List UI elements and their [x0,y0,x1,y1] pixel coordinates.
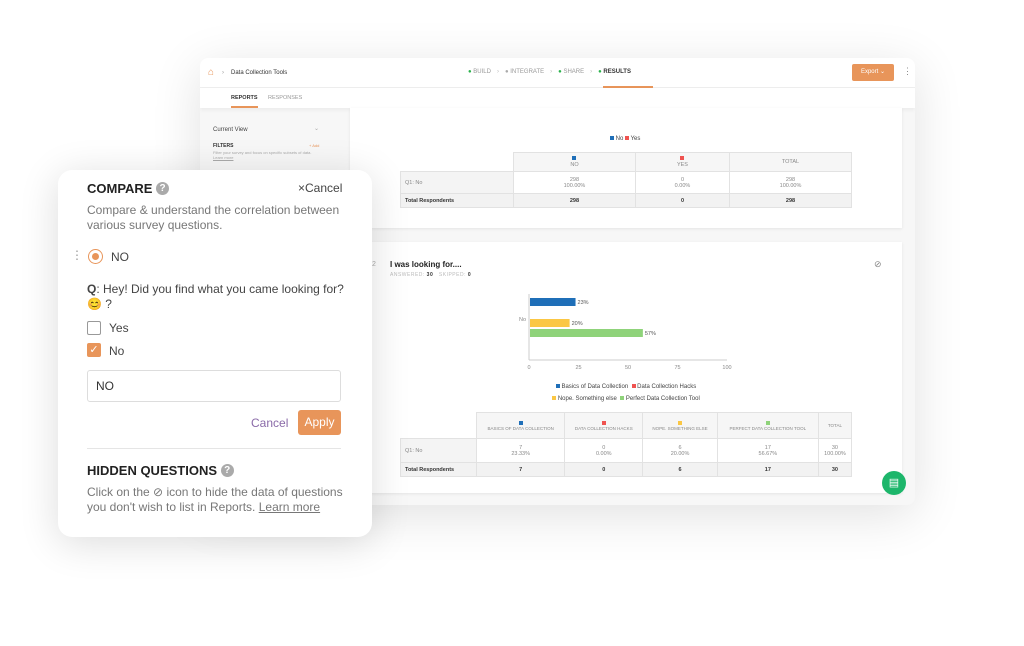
filters-heading: FILTERS [213,143,234,149]
checkbox-yes[interactable] [87,321,101,335]
x-tick-label: 0 [527,365,530,371]
more-icon[interactable]: ⋮ [903,66,912,77]
crosstab-table-1: NO YES TOTAL Q1: No 298 100.00% 0 0.00% 298 100.… [400,152,852,208]
bar [530,329,643,337]
compare-panel: COMPARE ? ×Cancel Compare & understand t… [58,170,372,537]
step-integrate[interactable]: ● INTEGRATE [505,69,544,75]
tab-underline [231,106,258,108]
compare-desc: Compare & understand the correlation bet… [87,203,340,232]
bar-chart: 0 25 50 75 100 No 23% 20% 57% [519,294,732,371]
export-button[interactable]: Export ⌄ [852,64,894,81]
table-total-row: Total Respondents 298 0 298 [400,193,852,208]
home-icon[interactable]: ⌂ [208,67,214,78]
data-label: 23% [578,300,589,306]
report-tabs: REPORTS RESPONSES [200,88,915,108]
learn-more-link[interactable]: Learn more [213,155,233,160]
cancel-x-button[interactable]: ×Cancel [298,181,342,195]
circle-icon: ● [504,69,509,75]
step-results[interactable]: ● RESULTS [598,69,631,75]
top-bar: ⌂ › Data Collection Tools ● BUILD › ● INT… [200,58,915,88]
x-tick-label: 100 [722,365,731,371]
help-icon[interactable]: ? [220,464,234,477]
question-card-1: No Yes NO YES TOTAL Q1: No 298 100.00% 0 0.00%… [350,108,902,228]
tab-responses[interactable]: RESPONSES [268,95,302,101]
x-tick-label: 75 [674,365,680,371]
filters-desc: Filter your survey and focus on specific… [213,150,312,160]
close-icon: × [298,181,306,195]
question-text: Q: Hey! Did you find what you came looki… [87,282,344,311]
option-yes-label: Yes [109,321,129,335]
hide-eye-icon: ⊘ [153,485,164,499]
answer-stats: ANSWERED: 30 SKIPPED: 0 [390,272,472,278]
question-card-2: 2 I was looking for.... ANSWERED: 30 SKI… [350,242,902,493]
table-total-row: Total Respondents 7 0 6 17 30 [400,462,853,477]
add-filter-link[interactable]: + Add [309,143,319,148]
chat-button[interactable]: ▤ [882,471,906,495]
hidden-questions-title: HIDDEN QUESTIONS ? [87,463,234,478]
chart-legend-2: Basics of Data Collection Data Collectio… [350,384,902,402]
table-row: Q1: No 298 100.00% 0 0.00% 298 100.00% [400,171,852,194]
step-build[interactable]: ● BUILD [468,69,491,75]
bar [530,298,576,306]
crosstab-table-2: BASICS OF DATA COLLECTION DATA COLLECTION… [400,412,853,477]
bar [530,319,570,327]
chevron-down-icon[interactable]: ⌄ [314,125,319,132]
breadcrumb[interactable]: Data Collection Tools [231,70,287,76]
check-icon: ● [468,69,472,75]
y-tick-label: No [519,317,526,323]
option-no-label: No [109,344,125,358]
step-share[interactable]: ● SHARE [558,69,584,75]
compare-title: COMPARE ? [87,181,170,196]
tab-reports[interactable]: REPORTS [231,95,258,101]
learn-more-link[interactable]: Learn more [259,500,320,514]
cancel-button[interactable]: Cancel [251,416,288,430]
table-row: Q1: No 7 23.33% 0 0.00% 6 20.00% 17 56.67% 30 100… [400,438,853,463]
help-icon[interactable]: ? [156,182,170,195]
checkbox-no[interactable]: ✓ [87,343,101,357]
question-title: I was looking for.... [390,260,462,269]
x-tick-label: 50 [625,365,631,371]
compare-input[interactable] [87,370,341,402]
chevron-right-icon: › [222,70,224,76]
selected-question-label: NO [111,250,129,264]
question-number: 2 [372,261,376,268]
hide-eye-icon[interactable]: ⊘ [874,259,882,270]
data-label: 57% [645,331,656,337]
check-icon: ● [558,69,562,75]
step-nav: ● BUILD › ● INTEGRATE › ● SHARE › ● RESULTS [468,69,631,75]
hidden-questions-text: Click on the ⊘ icon to hide the data of … [87,485,343,514]
question-radio[interactable] [88,249,103,264]
drag-handle-icon[interactable]: ⋮ [71,248,83,262]
check-icon: ● [598,69,602,75]
current-view-select[interactable]: Current View [213,127,248,133]
divider [87,448,341,449]
data-label: 20% [572,321,583,327]
x-tick-label: 25 [575,365,581,371]
chat-icon: ▤ [888,477,900,489]
apply-button[interactable]: Apply [298,410,341,435]
chart-legend: No Yes [610,136,640,142]
